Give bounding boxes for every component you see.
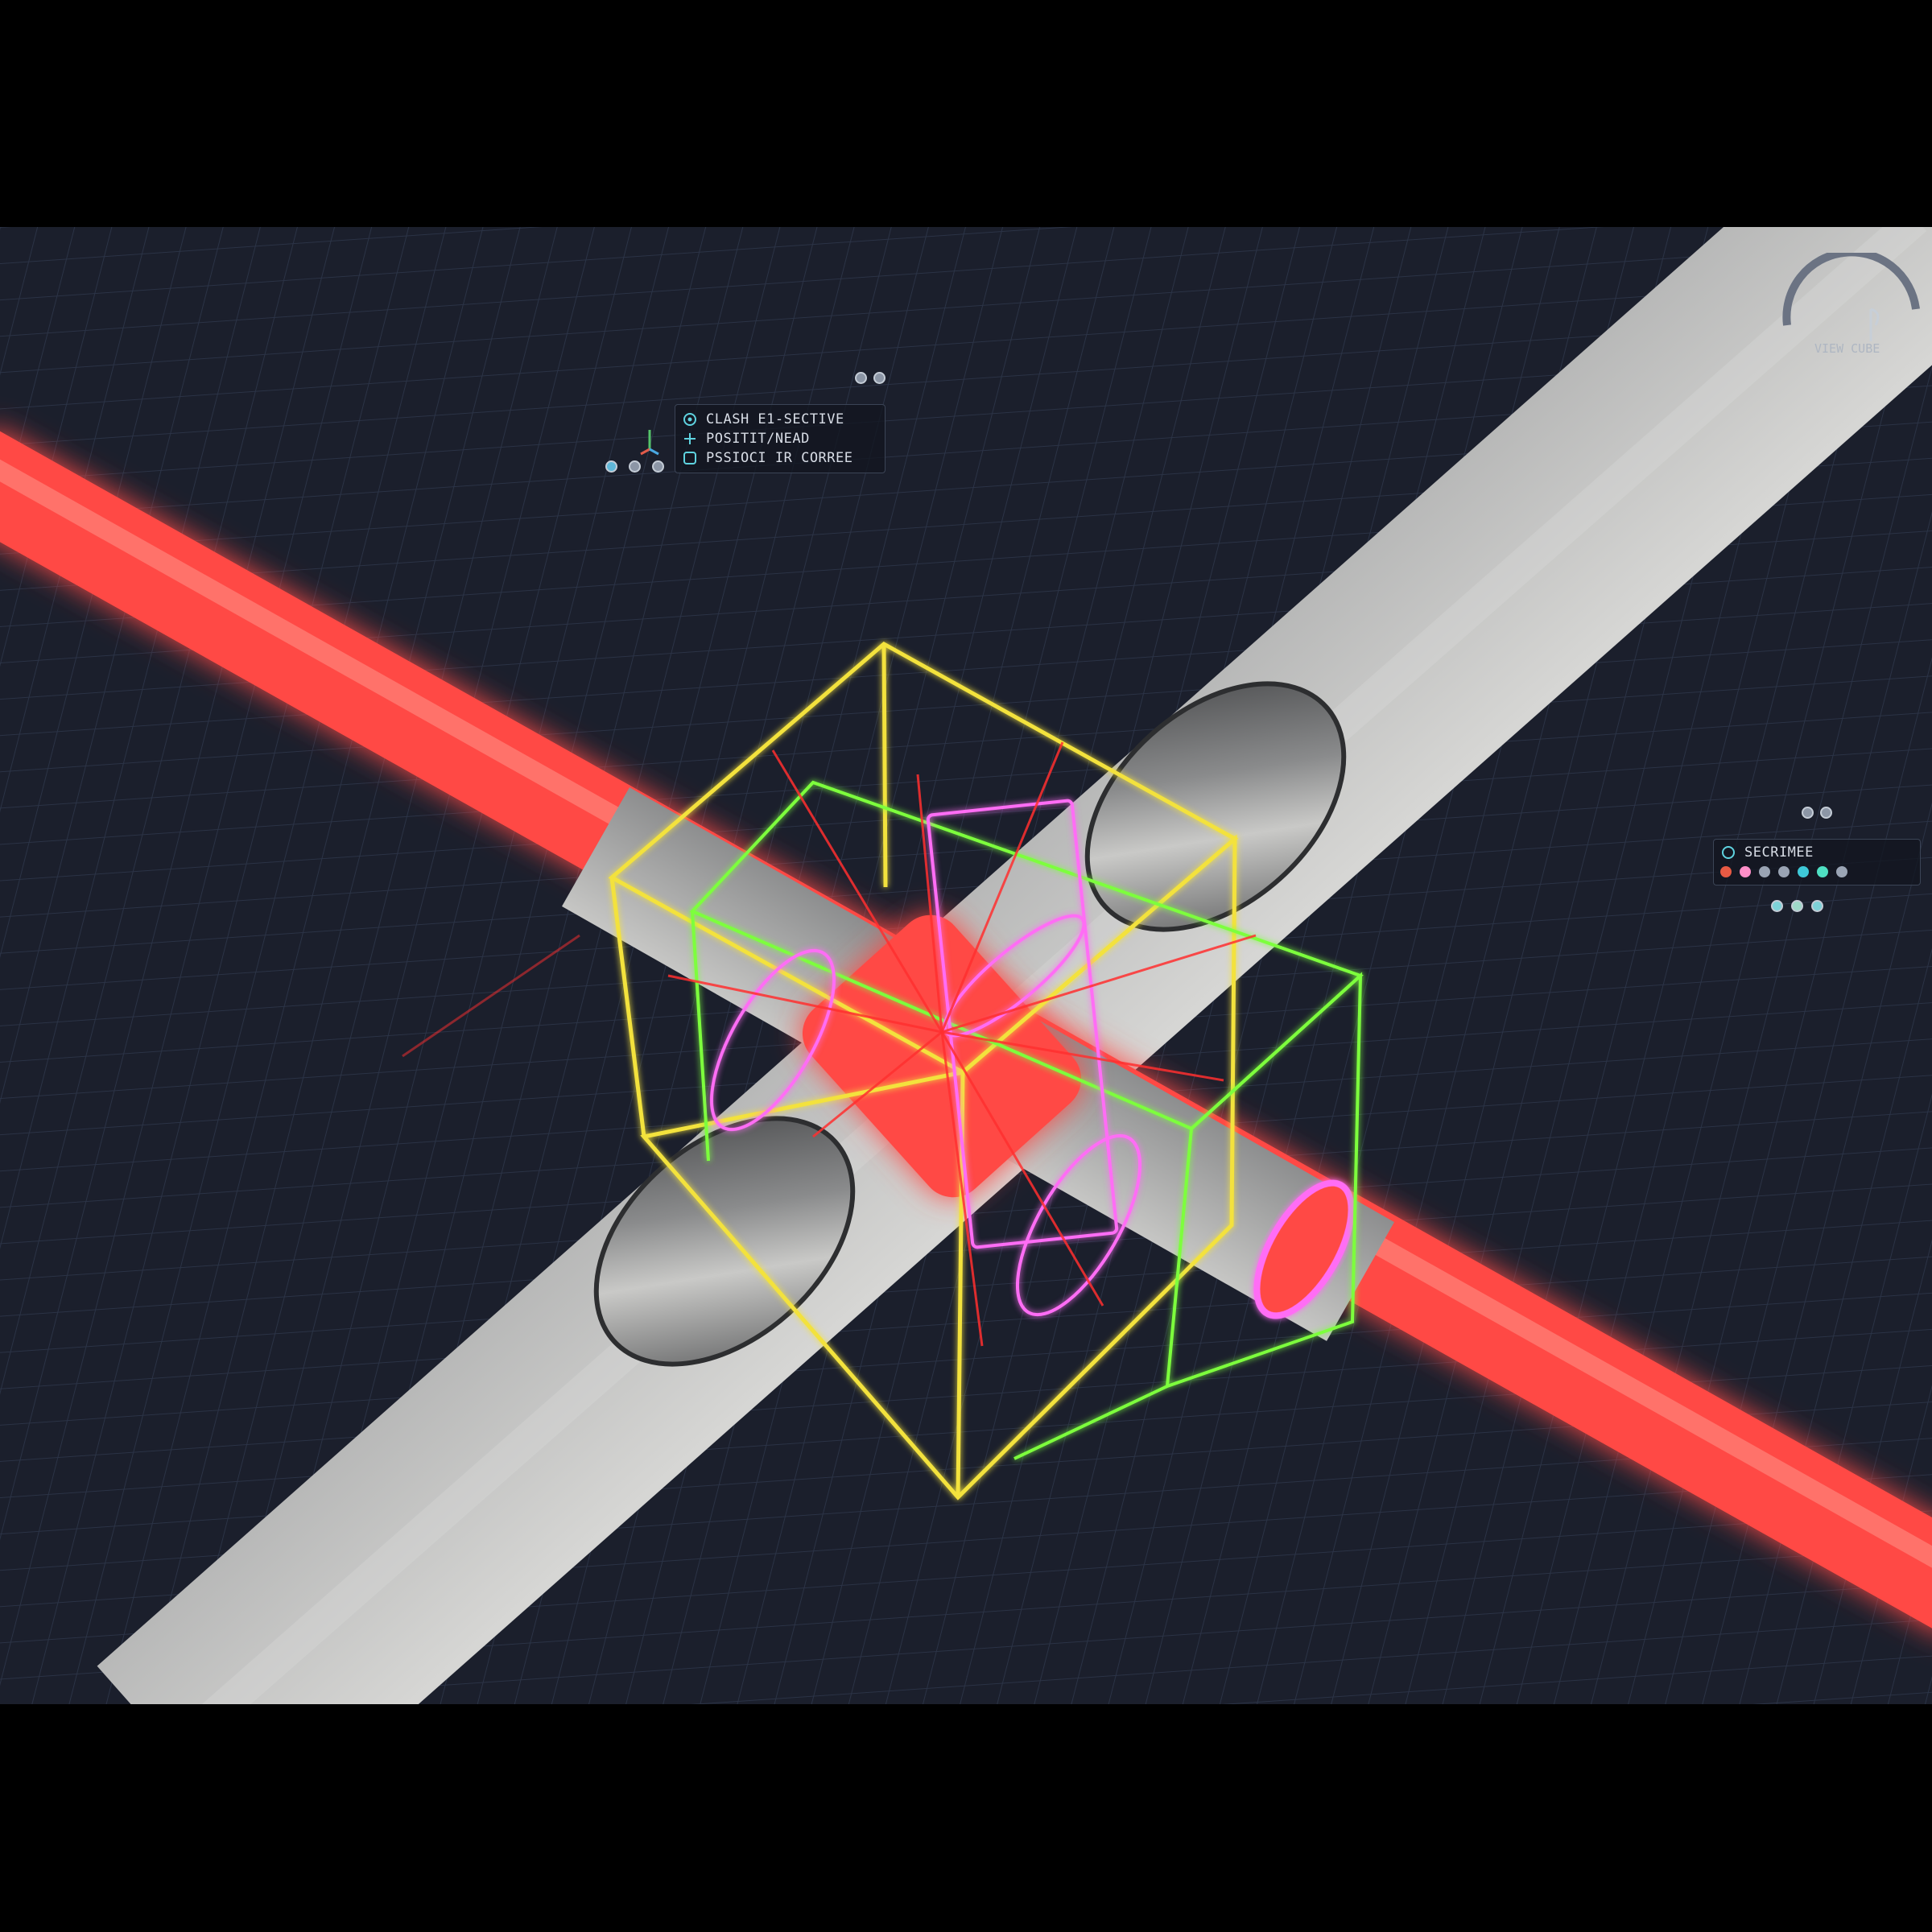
panel-toggles [855, 372, 886, 384]
position-icon [682, 431, 698, 447]
clash-title-row: CLASH E1-SECTIVE [682, 410, 878, 429]
secondary-swatches [1720, 862, 1913, 881]
color-swatch[interactable] [1778, 866, 1790, 877]
clash-details-box: CLASH E1-SECTIVE POSITIT/NEAD PSSIOCI IR… [675, 404, 886, 473]
secondary-control-button[interactable] [1791, 900, 1803, 912]
color-swatch[interactable] [1740, 866, 1751, 877]
secondary-controls [1771, 900, 1823, 912]
clash-process-row: PSSIOCI IR CORREE [682, 448, 878, 468]
visibility-icon[interactable] [605, 460, 617, 473]
secondary-box: SECRIMEE [1713, 839, 1921, 886]
scene-canvas[interactable] [0, 227, 1932, 1704]
color-swatch[interactable] [1798, 866, 1809, 877]
color-swatch[interactable] [1759, 866, 1770, 877]
view-cube-label: VIEW CUBE [1814, 341, 1880, 356]
layers-icon [1720, 844, 1736, 861]
clash-icon [682, 411, 698, 427]
color-swatch[interactable] [1817, 866, 1828, 877]
clash-title: CLASH E1-SECTIVE [706, 411, 844, 427]
color-swatch[interactable] [1836, 866, 1847, 877]
pin-icon[interactable] [1802, 807, 1814, 819]
color-swatch[interactable] [1720, 866, 1732, 877]
pin-icon[interactable] [1820, 807, 1832, 819]
clash-controls [605, 460, 664, 473]
axis-gizmo[interactable] [638, 425, 662, 457]
clash-process: PSSIOCI IR CORREE [706, 450, 853, 466]
secondary-toggles [1802, 807, 1832, 819]
secondary-title-row: SECRIMEE [1720, 843, 1913, 862]
3d-viewport[interactable]: CLASH E1-SECTIVE POSITIT/NEAD PSSIOCI IR… [0, 227, 1932, 1704]
close-icon[interactable] [652, 460, 664, 473]
pin-icon[interactable] [873, 372, 886, 384]
clash-position-row: POSITIT/NEAD [682, 429, 878, 448]
secondary-title: SECRIMEE [1744, 844, 1814, 861]
pin-icon[interactable] [855, 372, 867, 384]
clash-position: POSITIT/NEAD [706, 431, 810, 447]
process-icon [682, 450, 698, 466]
view-cube[interactable]: VIEW CUBE [1779, 248, 1924, 365]
secondary-control-button[interactable] [1771, 900, 1783, 912]
secondary-control-button[interactable] [1811, 900, 1823, 912]
settings-icon[interactable] [629, 460, 641, 473]
